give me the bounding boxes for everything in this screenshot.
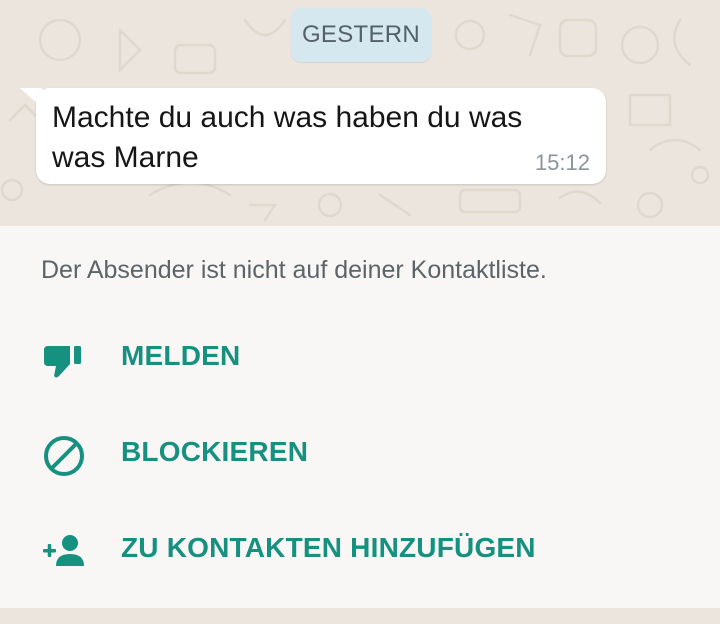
add-contact-icon: [43, 535, 84, 566]
message-timestamp: 15:12: [534, 150, 590, 175]
date-separator-chip: GESTERN: [291, 8, 431, 62]
message-text: Machte du auch was haben du was was Marn…: [52, 101, 523, 174]
chat-background-bottom: [0, 608, 720, 624]
report-label: MELDEN: [121, 340, 241, 371]
unknown-sender-info-text: Der Absender ist nicht auf deiner Kontak…: [41, 256, 547, 284]
block-label: BLOCKIEREN: [121, 436, 309, 467]
report-button[interactable]: MELDEN: [0, 320, 720, 400]
block-icon: [44, 436, 84, 476]
add-to-contacts-label: ZU KONTAKTEN HINZUFÜGEN: [121, 532, 536, 563]
block-button[interactable]: BLOCKIEREN: [0, 416, 720, 496]
unknown-sender-panel: Der Absender ist nicht auf deiner Kontak…: [0, 226, 720, 608]
add-to-contacts-button[interactable]: ZU KONTAKTEN HINZUFÜGEN: [0, 512, 720, 592]
thumbs-down-icon: [44, 346, 81, 378]
incoming-message-bubble[interactable]: Machte du auch was haben du was was Marn…: [36, 88, 606, 184]
